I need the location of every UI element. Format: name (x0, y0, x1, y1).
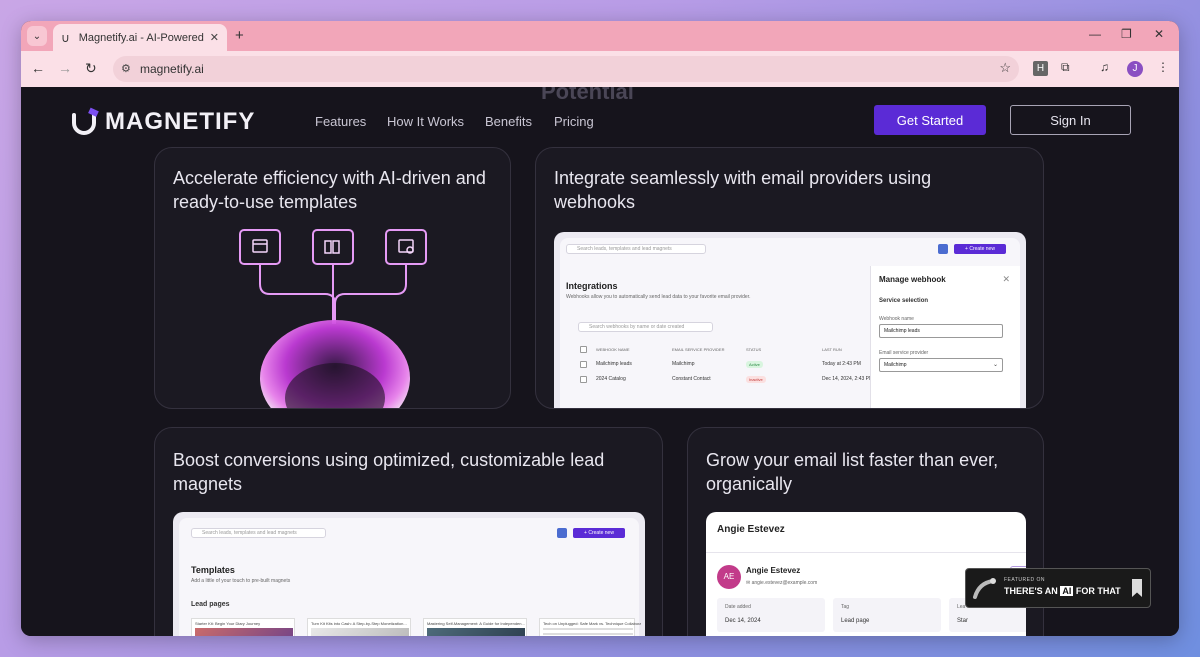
col-last-run: LAST RUN (822, 347, 842, 352)
field-date-added: Date added Dec 14, 2024 (717, 598, 825, 632)
col-provider: EMAIL SERVICE PROVIDER (672, 347, 725, 352)
webhooks-screenshot: Search leads, templates and lead magnets… (554, 232, 1026, 408)
card-title: Integrate seamlessly with email provider… (554, 168, 932, 212)
row-last-run: Dec 14, 2024, 2:43 PM (822, 376, 874, 382)
panel-title: Manage webhook (879, 275, 946, 284)
templates-screenshot: Search leads, templates and lead magnets… (173, 512, 645, 636)
templates-subtitle: Add a little of your touch to pre-built … (191, 578, 291, 584)
tab-search-button[interactable]: ⌄ (27, 26, 47, 46)
site-info-icon[interactable]: ⚙ (121, 62, 131, 75)
featured-brand: THERE'S AN AI FOR THAT (1004, 586, 1121, 596)
new-tab-icon[interactable]: + (235, 27, 244, 44)
url-text: magnetify.ai (140, 62, 204, 76)
brand-name: MAGNETIFY (105, 108, 256, 135)
browser-menu-icon[interactable]: ⋮ (1157, 60, 1169, 74)
integrations-title: Integrations (566, 281, 618, 291)
template-thumbnail[interactable]: Starter Kit: Begin Your Diary Journey (191, 618, 295, 636)
panel-close-icon[interactable]: ✕ (1002, 274, 1010, 285)
ai-icon[interactable] (557, 528, 567, 538)
tab-title: Magnetify.ai - AI-Powered Lead (78, 31, 204, 44)
webhook-name-label: Webhook name (879, 316, 914, 322)
status-badge: Active (746, 361, 763, 368)
sign-in-button[interactable]: Sign In (1010, 105, 1131, 135)
provider-select[interactable]: Mailchimp ⌄ (879, 358, 1003, 372)
template-thumbnail[interactable]: Mastering Self-Management: A Guide for I… (423, 618, 527, 636)
ai-templates-illustration (239, 229, 427, 408)
integrations-subtitle: Webhooks allow you to automatically send… (566, 294, 751, 300)
extension-h-icon[interactable]: H (1033, 61, 1048, 76)
status-badge: Inactive (746, 376, 766, 383)
nav-pricing[interactable]: Pricing (554, 114, 594, 129)
card-title: Grow your email list faster than ever, o… (706, 450, 999, 494)
nav-how-it-works[interactable]: How It Works (387, 114, 464, 129)
app-search-input[interactable]: Search leads, templates and lead magnets (566, 244, 706, 254)
template-thumbnail[interactable]: Tech on Unplugged: Safe Mark vs. Techniq… (539, 618, 641, 636)
window-close-icon[interactable]: ✕ (1154, 27, 1164, 41)
contact-email: ✉ angie.estevez@example.com (746, 580, 818, 586)
bookmark-star-icon[interactable]: ☆ (999, 60, 1011, 76)
app-search-input[interactable]: Search leads, templates and lead magnets (191, 528, 326, 538)
back-icon[interactable]: ← (31, 60, 45, 76)
nav-features[interactable]: Features (315, 114, 366, 129)
chevron-down-icon: ⌄ (992, 362, 998, 368)
restore-icon[interactable]: ❐ (1121, 27, 1132, 41)
browser-tab[interactable]: ∪ Magnetify.ai - AI-Powered Lead ✕ (53, 24, 227, 51)
select-all-checkbox[interactable] (580, 346, 587, 353)
featured-label: FEATURED ON (1004, 577, 1045, 583)
card-title: Accelerate efficiency with AI-driven and… (173, 168, 486, 212)
lead-pages-heading: Lead pages (191, 601, 230, 608)
row-name: 2024 Catalog (596, 376, 626, 382)
row-last-run: Today at 2:43 PM (822, 361, 861, 367)
minimize-icon[interactable]: — (1089, 27, 1101, 41)
row-provider: Mailchimp (672, 361, 695, 367)
magnet-favicon-icon: ∪ (61, 30, 70, 45)
extensions-puzzle-icon[interactable]: ⧉ (1061, 60, 1070, 75)
browser-toolbar: ← → ↻ ⚙ magnetify.ai ☆ H ⧉ ♫ J ⋮ (21, 51, 1179, 87)
feature-card-lead-magnets: Boost conversions using optimized, custo… (154, 427, 663, 636)
contact-name: Angie Estevez (746, 566, 801, 575)
robot-arm-icon (973, 578, 996, 599)
templates-title: Templates (191, 565, 235, 575)
row-checkbox[interactable] (580, 361, 587, 368)
col-webhook-name: WEBHOOK NAME (596, 347, 630, 352)
webhook-search-input[interactable]: Search webhooks by name or date created (578, 322, 713, 332)
forward-icon[interactable]: → (58, 60, 72, 76)
panel-section: Service selection (879, 298, 929, 304)
media-control-icon[interactable]: ♫ (1100, 60, 1109, 74)
create-new-button[interactable]: + Create new (954, 244, 1006, 254)
create-new-button[interactable]: + Create new (573, 528, 625, 538)
browser-window: ⌄ ∪ Magnetify.ai - AI-Powered Lead ✕ + —… (21, 21, 1179, 636)
bookmark-icon (1132, 579, 1142, 597)
get-started-button[interactable]: Get Started (874, 105, 986, 135)
app-frame: Search leads, templates and lead magnets… (179, 518, 641, 636)
avatar: AE (717, 565, 741, 589)
web-page: Potential MAGNETIFY Features How It Work… (21, 87, 1179, 636)
app-frame: Search leads, templates and lead magnets… (560, 238, 1020, 408)
ai-icon[interactable] (938, 244, 948, 254)
address-bar[interactable]: ⚙ magnetify.ai ☆ (113, 56, 1019, 82)
brand-logo[interactable]: MAGNETIFY (69, 107, 255, 137)
row-provider: Constant Contact (672, 376, 711, 382)
manage-webhook-panel: Manage webhook ✕ Service selection Webho… (870, 266, 1020, 408)
tab-bar: ⌄ ∪ Magnetify.ai - AI-Powered Lead ✕ + —… (21, 21, 1179, 51)
field-tag: Tag Lead page (833, 598, 941, 632)
row-checkbox[interactable] (580, 376, 587, 383)
close-tab-icon[interactable]: ✕ (210, 31, 219, 44)
featured-badge[interactable]: FEATURED ON THERE'S AN AI FOR THAT (965, 568, 1151, 608)
col-status: STATUS (746, 347, 762, 352)
magnet-logo-icon (72, 107, 99, 135)
contact-header-name: Angie Estevez (717, 524, 785, 535)
template-icons (252, 239, 414, 254)
webhook-name-input[interactable]: Mailchimp leads (879, 324, 1003, 338)
template-thumbnail[interactable]: Turn Kit Kits into Cash: A Step-by-Step … (307, 618, 411, 636)
provider-label: Email service provider (879, 350, 929, 356)
reload-icon[interactable]: ↻ (85, 60, 97, 77)
card-title: Boost conversions using optimized, custo… (173, 450, 605, 494)
nav-benefits[interactable]: Benefits (485, 114, 532, 129)
feature-card-templates: Accelerate efficiency with AI-driven and… (154, 147, 511, 409)
row-name: Mailchimp leads (596, 361, 632, 367)
ghost-heading: Potential (541, 87, 634, 104)
feature-card-webhooks: Integrate seamlessly with email provider… (535, 147, 1044, 409)
profile-avatar[interactable]: J (1127, 61, 1143, 77)
